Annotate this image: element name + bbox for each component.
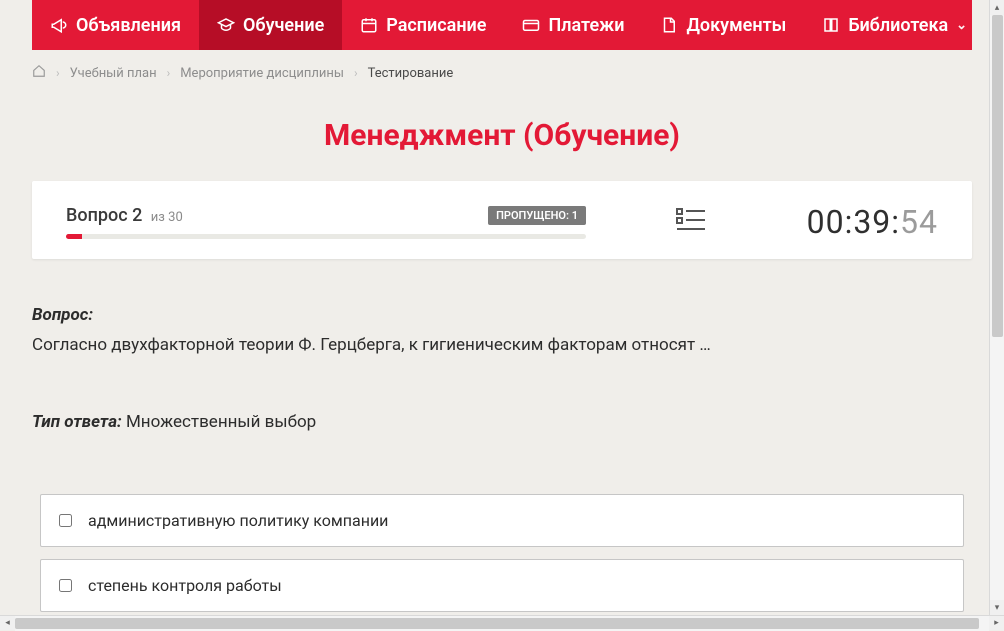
nav-item-documents[interactable]: Документы	[642, 0, 804, 50]
nav-item-payments[interactable]: Платежи	[504, 0, 642, 50]
answer-type-value: Множественный выбор	[126, 412, 316, 432]
chevron-right-icon: ›	[56, 66, 60, 80]
calendar-icon	[360, 16, 378, 34]
nav-item-learning[interactable]: Обучение	[199, 0, 342, 50]
chevron-right-icon: ›	[354, 66, 358, 80]
answers-list: административную политику компании степе…	[32, 494, 972, 614]
scroll-left-icon[interactable]: ◂	[0, 616, 15, 631]
question-list-icon[interactable]	[676, 207, 706, 237]
nav-item-label: Платежи	[548, 15, 624, 36]
horizontal-scrollbar[interactable]: ◂ ▸	[0, 615, 1004, 630]
nav-item-announcements[interactable]: Объявления	[32, 0, 199, 50]
question-text: Согласно двухфакторной теории Ф. Герцбер…	[32, 333, 972, 358]
nav-item-schedule[interactable]: Расписание	[342, 0, 504, 50]
book-icon	[822, 16, 840, 34]
nav-item-label: Документы	[686, 15, 786, 36]
scroll-thumb[interactable]	[992, 15, 1003, 337]
progress-fill	[66, 234, 82, 239]
chevron-down-icon: ⌄	[956, 18, 967, 33]
document-icon	[660, 16, 678, 34]
timer-sec: 54	[900, 203, 938, 241]
scroll-track[interactable]	[990, 15, 1004, 600]
nav-item-label: Библиотека	[848, 15, 948, 36]
answer-option[interactable]: административную политику компании	[40, 494, 964, 547]
page-title: Менеджмент (Обучение)	[32, 92, 972, 181]
nav-item-label: Расписание	[386, 15, 486, 36]
scroll-thumb[interactable]	[15, 618, 979, 629]
breadcrumb: › Учебный план › Мероприятие дисциплины …	[32, 50, 972, 92]
answer-checkbox[interactable]	[59, 514, 72, 527]
progress-bar	[66, 234, 586, 239]
answer-text: административную политику компании	[88, 511, 388, 530]
scroll-right-icon[interactable]: ▸	[989, 616, 1004, 631]
breadcrumb-current: Тестирование	[368, 66, 454, 81]
timer-hm: 00:39:	[807, 203, 900, 241]
skipped-badge: ПРОПУЩЕНО: 1	[488, 206, 586, 225]
breadcrumb-item[interactable]: Мероприятие дисциплины	[180, 66, 344, 81]
question-word: Вопрос	[66, 205, 128, 226]
timer: 00:39:54	[807, 203, 938, 241]
home-icon[interactable]	[32, 64, 46, 82]
vertical-scrollbar[interactable]: ▴ ▾	[989, 0, 1004, 615]
total-num: 30	[168, 210, 183, 225]
question-num: 2	[132, 205, 142, 226]
status-panel: Вопрос 2 из 30 ПРОПУЩЕНО: 1	[32, 181, 972, 259]
scroll-track[interactable]	[15, 616, 989, 631]
answer-option[interactable]: степень контроля работы	[40, 559, 964, 612]
nav-item-label: Обучение	[243, 15, 324, 36]
megaphone-icon	[50, 16, 68, 34]
scroll-up-icon[interactable]: ▴	[990, 0, 1004, 15]
nav-item-label: Объявления	[76, 15, 181, 36]
of-word: из	[151, 210, 165, 225]
scroll-down-icon[interactable]: ▾	[990, 600, 1004, 615]
question-label: Вопрос:	[32, 305, 972, 325]
chevron-right-icon: ›	[167, 66, 171, 80]
answer-type: Тип ответа: Множественный выбор	[32, 412, 972, 432]
answer-type-label: Тип ответа:	[32, 412, 122, 432]
question-total: из 30	[151, 210, 183, 225]
nav-item-library[interactable]: Библиотека ⌄	[804, 0, 985, 50]
answer-text: степень контроля работы	[88, 576, 282, 595]
graduation-icon	[217, 16, 235, 34]
main-nav: Объявления Обучение Расписание Платежи	[32, 0, 972, 50]
breadcrumb-item[interactable]: Учебный план	[70, 66, 157, 81]
answer-checkbox[interactable]	[59, 579, 72, 592]
question-block: Вопрос: Согласно двухфакторной теории Ф.…	[32, 259, 972, 432]
card-icon	[522, 16, 540, 34]
question-number-label: Вопрос 2	[66, 205, 147, 226]
